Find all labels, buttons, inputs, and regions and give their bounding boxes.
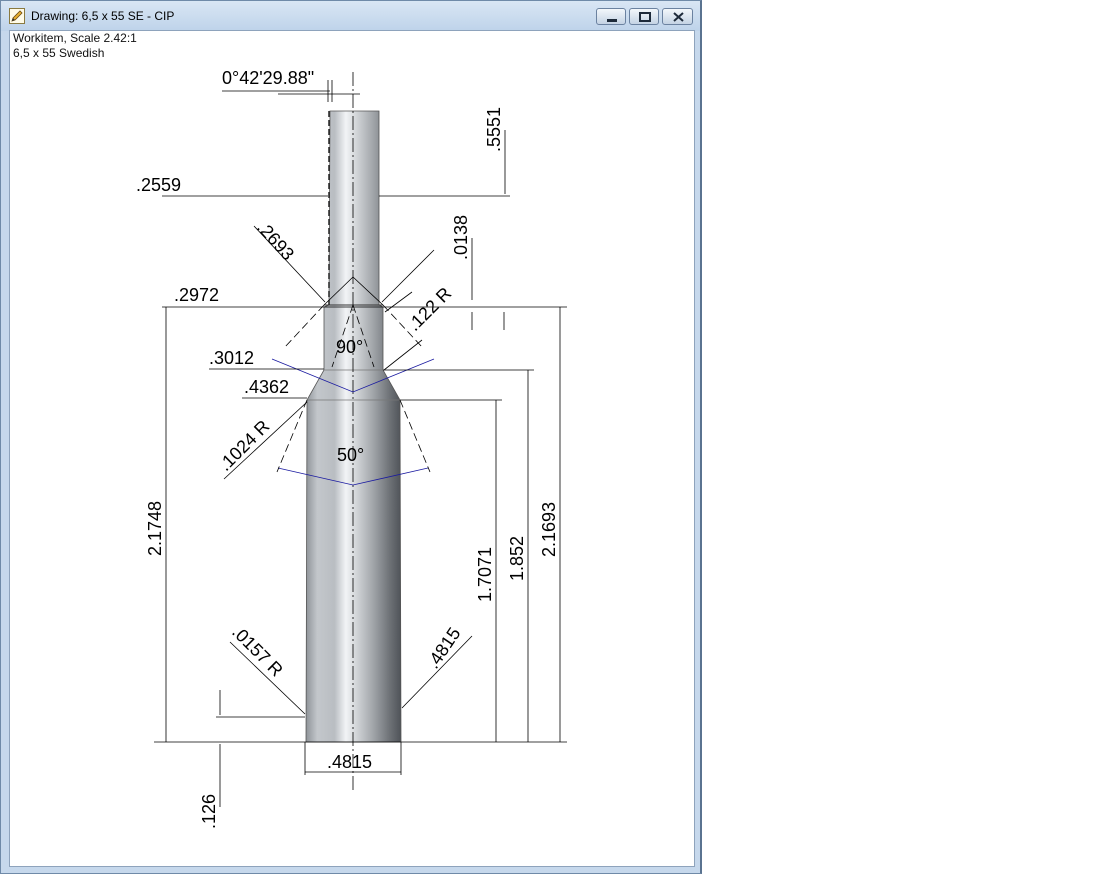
rim-height-label: .126	[199, 794, 219, 829]
lip-depth-label: .0138	[451, 215, 471, 260]
drawing-window: Drawing: 6,5 x 55 SE - CIP Workitem, Sca…	[0, 0, 702, 874]
neck-radius-label: .122 R	[404, 283, 456, 335]
base-diameter-label: .4815	[327, 752, 372, 772]
shoulder-radius-label: .1024 R	[215, 416, 274, 475]
window-title: Drawing: 6,5 x 55 SE - CIP	[31, 9, 175, 23]
neck-length-label: .5551	[484, 107, 504, 152]
body-angle-label: 50°	[337, 445, 364, 465]
close-button[interactable]	[662, 8, 693, 25]
body-length-a-label: 1.7071	[475, 547, 495, 602]
close-icon	[673, 12, 684, 22]
pencil-drawing-icon	[9, 8, 25, 24]
maximize-icon	[639, 12, 651, 22]
body-length-c-label: 2.1693	[539, 502, 559, 557]
title-bar[interactable]: Drawing: 6,5 x 55 SE - CIP	[1, 1, 700, 31]
shoulder-diameter-label: .4362	[244, 377, 289, 397]
maximize-button[interactable]	[629, 8, 659, 25]
chamfer-diameter-label: .2693	[253, 217, 298, 264]
shoulder-angle-label: 90°	[336, 337, 363, 357]
drawing-canvas[interactable]: Workitem, Scale 2.42:1 6,5 x 55 Swedish	[9, 30, 695, 867]
mouth-diameter-label: .2559	[136, 175, 181, 195]
minimize-icon	[607, 19, 617, 22]
case-length-label: 2.1748	[145, 501, 165, 556]
base-diameter-diagonal-label: .4815	[423, 624, 465, 673]
rim-radius-label: .0157 R	[228, 622, 287, 681]
neck-base-diameter-label: .2972	[174, 285, 219, 305]
cartridge-profile	[305, 110, 402, 743]
technical-drawing: 0°42'29.88" .5551 .2559 .2693 .0138 .297…	[136, 68, 567, 829]
minimize-button[interactable]	[596, 8, 626, 25]
taper-angle-label: 0°42'29.88"	[222, 68, 314, 88]
neck-shoulder-diameter-label: .3012	[209, 348, 254, 368]
body-length-b-label: 1.852	[507, 536, 527, 581]
